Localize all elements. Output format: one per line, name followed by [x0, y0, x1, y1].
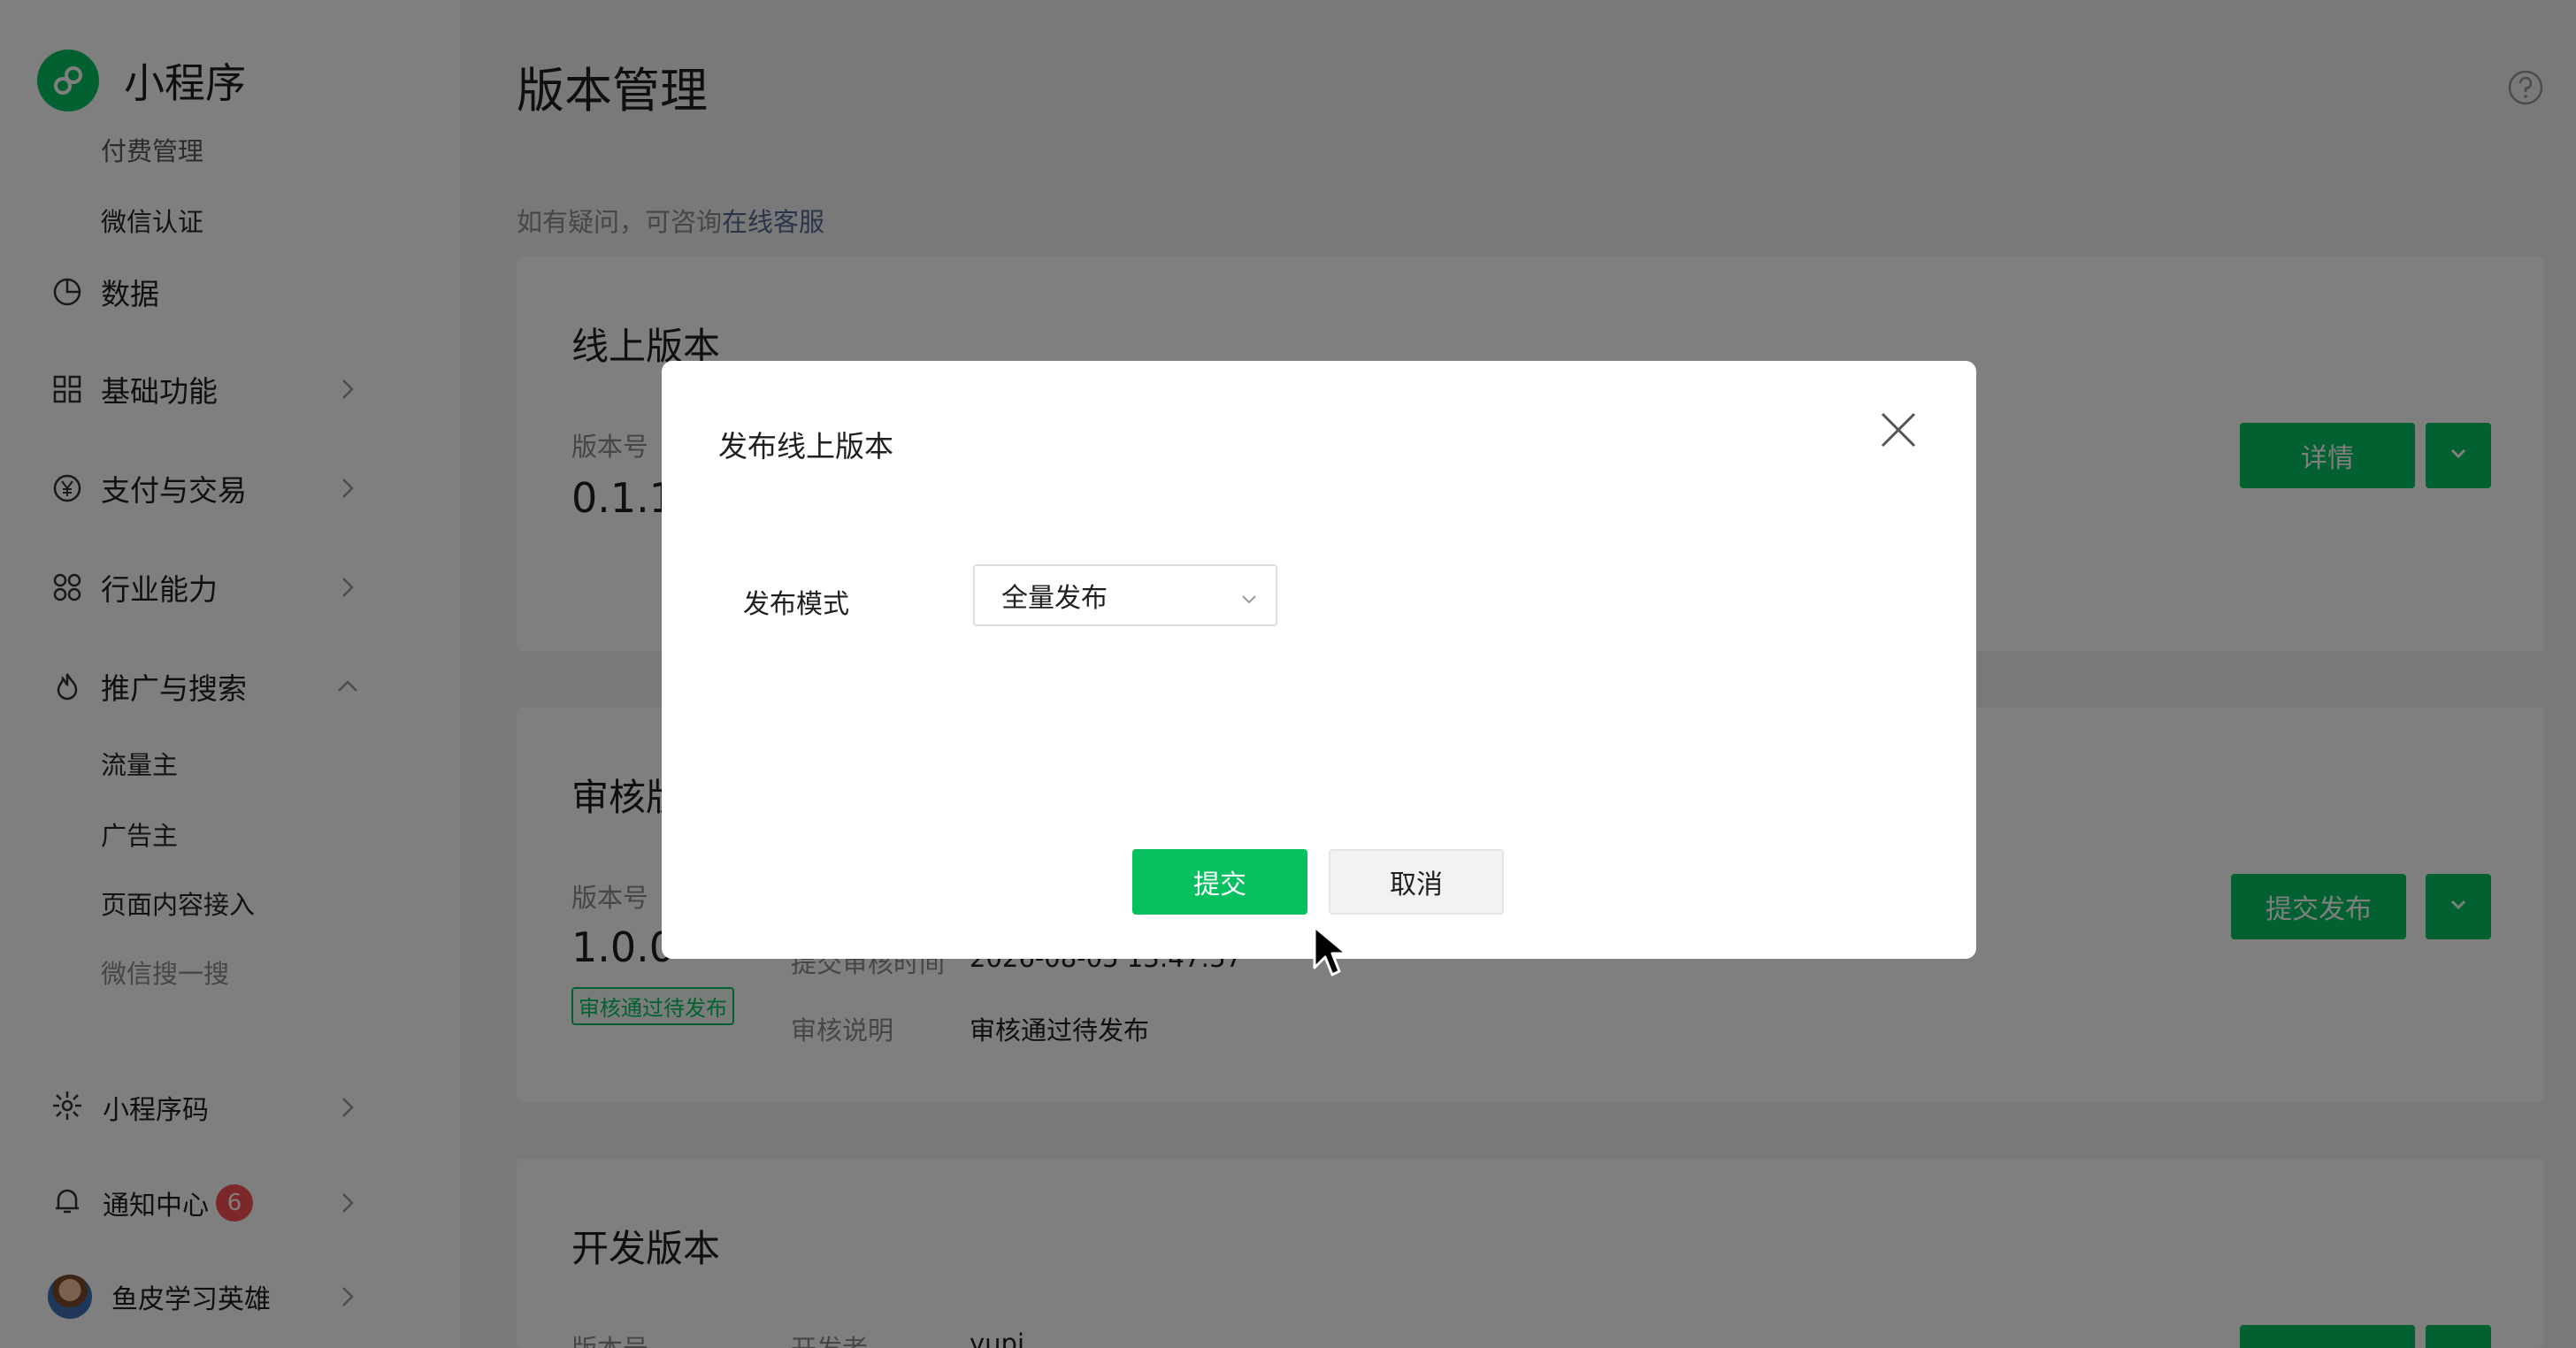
publish-mode-select[interactable]: 全量发布	[973, 564, 1277, 626]
publish-dialog: 发布线上版本 发布模式 全量发布 提交 取消	[662, 361, 1976, 959]
chevron-down-icon	[1238, 586, 1260, 617]
publish-mode-label: 发布模式	[743, 589, 849, 620]
cancel-button[interactable]: 取消	[1329, 849, 1504, 915]
mouse-cursor-icon	[1313, 925, 1352, 987]
dialog-title: 发布线上版本	[718, 429, 893, 463]
submit-button[interactable]: 提交	[1132, 849, 1307, 915]
app-root: 小程序 付费管理 微信认证 数据 基础功能 支付与交易	[0, 0, 2576, 1348]
close-icon[interactable]	[1877, 409, 1920, 451]
publish-mode-value: 全量发布	[1001, 583, 1108, 614]
